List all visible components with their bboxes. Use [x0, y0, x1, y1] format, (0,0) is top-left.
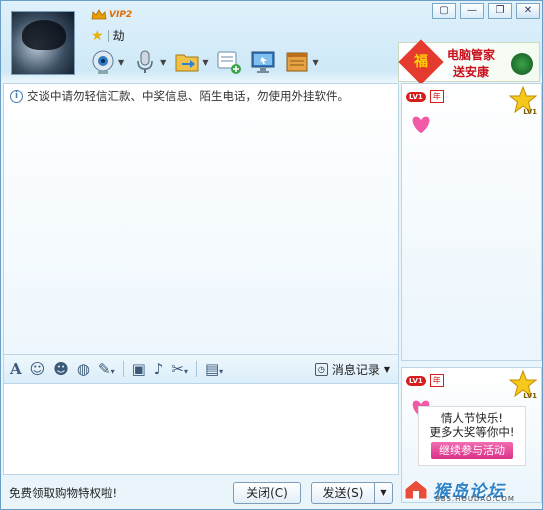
contact-show-panel[interactable]: LV1 年 LV1: [401, 83, 542, 361]
app-box-button[interactable]: ▼: [281, 45, 321, 79]
ad-line1: 电脑管家: [447, 48, 496, 62]
notice-text: 交谈中请勿轻信汇款、中奖信息、陌生电话，勿使用外挂软件。: [27, 89, 349, 103]
microphone-button[interactable]: ▼: [129, 45, 169, 79]
microphone-icon: [137, 50, 153, 73]
divider: [107, 29, 109, 42]
divider: [195, 361, 197, 377]
chat-window: ▢ — ❐ ✕ VIP2 ★ 劫 ▼ ▼ ▼ ▼ 福 电脑管家 送安康 i 交谈…: [0, 0, 543, 510]
avatar[interactable]: [11, 11, 75, 75]
close-button[interactable]: 关闭(C): [233, 482, 301, 504]
magic-emoji-icon[interactable]: ☻: [53, 360, 69, 378]
watermark-sub: BBS.HOUDAO.COM: [435, 495, 515, 503]
send-label[interactable]: 发送(S): [312, 483, 374, 503]
monitor-icon: [251, 51, 275, 73]
shopping-promo-link[interactable]: 免费领取购物特权啦!: [9, 485, 117, 501]
chevron-down-icon[interactable]: ▼: [384, 365, 390, 374]
font-icon[interactable]: A: [10, 360, 22, 378]
crown-icon: [91, 9, 107, 20]
star-level-label: LV1: [523, 108, 537, 116]
year-badge: 年: [429, 90, 444, 103]
toolbox-icon[interactable]: ▤▾: [205, 360, 223, 378]
message-input-area[interactable]: [3, 383, 399, 475]
message-history[interactable]: i 交谈中请勿轻信汇款、中奖信息、陌生电话，勿使用外挂软件。: [3, 83, 399, 355]
shake-icon[interactable]: ◍: [77, 360, 90, 378]
security-notice: i 交谈中请勿轻信汇款、中奖信息、陌生电话，勿使用外挂软件。: [10, 88, 349, 104]
chevron-down-icon[interactable]: ▼: [374, 483, 392, 503]
minimize-button[interactable]: —: [460, 3, 484, 19]
folder-send-icon: [175, 54, 199, 72]
image-icon[interactable]: ▣: [132, 360, 146, 378]
music-icon[interactable]: ♪: [154, 360, 164, 378]
app-box-icon: [286, 52, 308, 72]
nickname-row: ★ 劫: [91, 27, 125, 44]
info-icon: i: [10, 89, 23, 103]
history-icon: ◷: [314, 362, 328, 376]
contact-sidebar: LV1 年 LV1 LV1 年 LV1 情人节快乐! 更多大奖等你中! 继续参与…: [401, 83, 542, 509]
fu-badge: 福: [398, 39, 444, 85]
star-icon: ★: [91, 27, 104, 44]
level-badge: LV1: [406, 91, 426, 102]
year-badge: 年: [429, 374, 444, 387]
promo-line2: 更多大奖等你中!: [429, 425, 515, 439]
history-label: 消息记录: [331, 362, 380, 377]
level-badge: LV1: [406, 375, 426, 386]
forum-watermark: 猴岛论坛 BBS.HOUDAO.COM: [403, 471, 543, 507]
ad-banner[interactable]: 福 电脑管家 送安康: [398, 39, 540, 85]
format-toolbar: A ☺ ☻ ◍ ✎▾ ▣ ♪ ✂▾ ▤▾ ◷ 消息记录 ▼: [3, 355, 399, 383]
message-history-button[interactable]: ◷ 消息记录 ▼: [314, 361, 390, 378]
send-button[interactable]: 发送(S) ▼: [311, 482, 393, 504]
divider: [122, 361, 124, 377]
star-level-label: LV1: [523, 392, 537, 400]
level-badges: LV1 年: [406, 90, 444, 103]
screenshot-scissors-icon[interactable]: ✂▾: [171, 360, 188, 378]
window-controls: ▢ — ❐ ✕: [432, 3, 540, 19]
chevron-down-icon[interactable]: ▼: [312, 58, 318, 67]
message-input[interactable]: [4, 384, 398, 474]
remote-desktop-button[interactable]: [247, 45, 279, 79]
webcam-icon: [92, 50, 114, 74]
webcam-button[interactable]: ▼: [87, 45, 127, 79]
house-logo-icon: [404, 479, 428, 500]
continue-activity-button[interactable]: 继续参与活动: [431, 442, 513, 459]
send-file-button[interactable]: ▼: [171, 45, 211, 79]
main-toolbar: ▼ ▼ ▼ ▼: [87, 45, 322, 79]
promo-line1: 情人节快乐!: [440, 411, 504, 425]
heart-icon: [411, 115, 431, 135]
handwriting-icon[interactable]: ✎▾: [98, 360, 115, 378]
chat-add-button[interactable]: [213, 45, 245, 79]
ad-line2: 送安康: [453, 65, 490, 79]
chevron-down-icon[interactable]: ▼: [118, 58, 124, 67]
emoji-icon[interactable]: ☺: [30, 360, 46, 378]
maximize-button[interactable]: ❐: [488, 3, 512, 19]
bottom-bar: 免费领取购物特权啦! 关闭(C) 发送(S) ▼: [3, 479, 399, 507]
close-window-button[interactable]: ✕: [516, 3, 540, 19]
clover-icon: [511, 53, 533, 75]
vip-badge[interactable]: VIP2: [91, 9, 132, 21]
chevron-down-icon[interactable]: ▼: [202, 58, 208, 67]
vip-label: VIP2: [109, 10, 133, 20]
skin-button[interactable]: ▢: [432, 3, 456, 19]
valentine-promo[interactable]: 情人节快乐! 更多大奖等你中! 继续参与活动: [418, 406, 526, 466]
chat-add-icon: [217, 51, 242, 74]
level-badges: LV1 年: [406, 374, 444, 387]
chevron-down-icon[interactable]: ▼: [160, 58, 166, 67]
contact-nickname[interactable]: 劫: [113, 27, 125, 44]
